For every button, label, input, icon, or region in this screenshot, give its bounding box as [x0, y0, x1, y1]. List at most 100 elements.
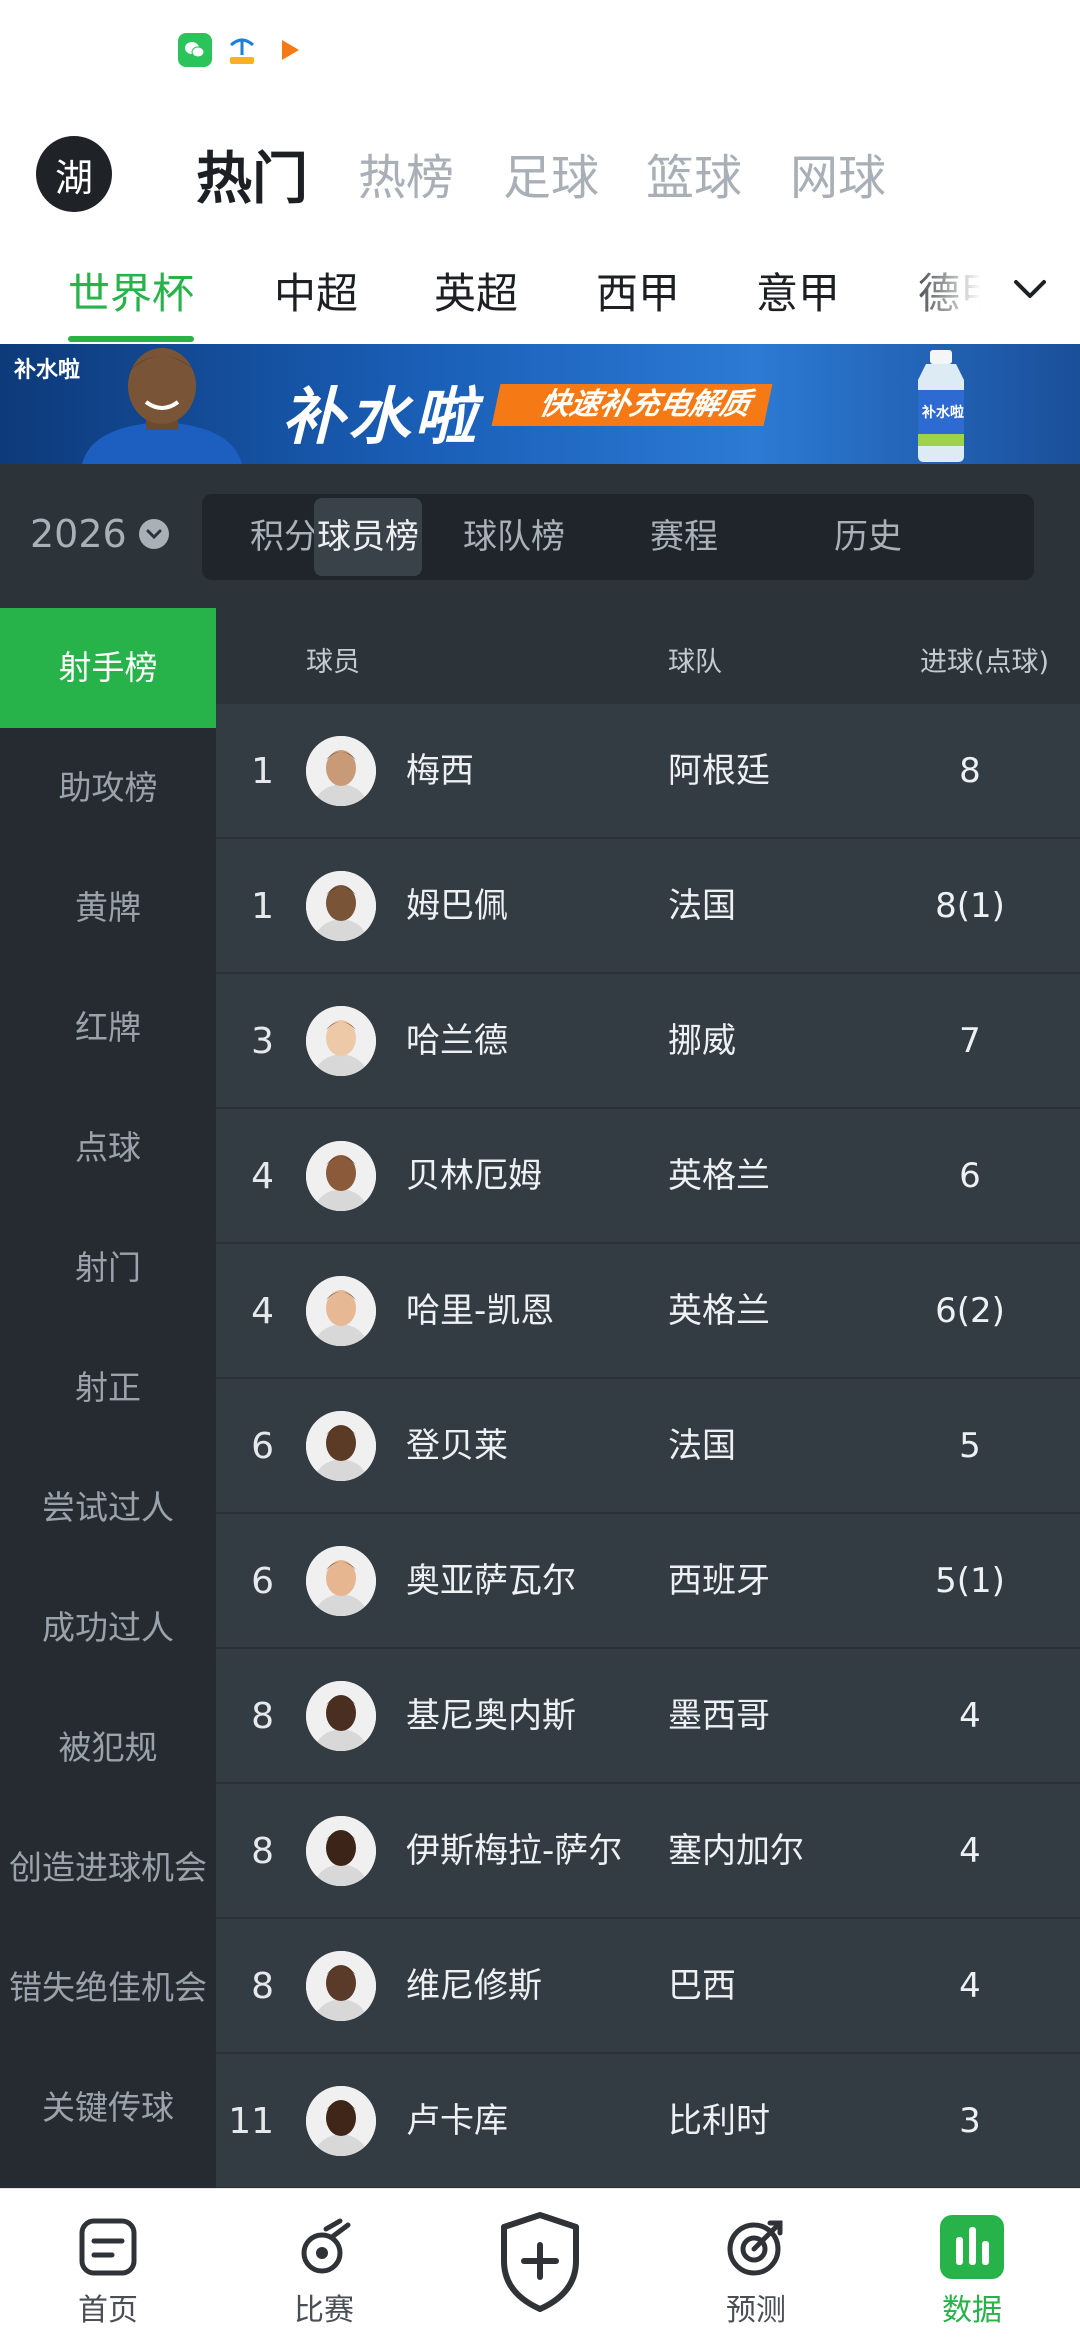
bottom-navigation: 首页 比赛 预测 数据: [0, 2188, 1080, 2340]
tab-hot-list[interactable]: 热榜: [358, 138, 454, 208]
column-header-goals: 进球(点球): [920, 647, 1050, 678]
category-red-cards[interactable]: 红牌: [0, 968, 216, 1088]
target-icon: [727, 2220, 783, 2276]
segment-player-rankings[interactable]: 球员榜: [314, 498, 422, 576]
category-shots[interactable]: 射门: [0, 1208, 216, 1328]
table-row[interactable]: 6 奥亚萨瓦尔 西班牙 5(1): [216, 1514, 1080, 1649]
column-header-team: 球队: [668, 647, 722, 678]
stats-segment-control: 积分 球员榜 球队榜 赛程 历史: [202, 494, 1034, 580]
player-goals: 7: [959, 1021, 981, 1061]
table-row[interactable]: 8 维尼修斯 巴西 4: [216, 1919, 1080, 2054]
table-row[interactable]: 6 登贝莱 法国 5: [216, 1379, 1080, 1514]
banner-title: 补水啦: [282, 380, 481, 453]
table-row[interactable]: 4 哈里-凯恩 英格兰 6(2): [216, 1244, 1080, 1379]
column-header-player: 球员: [306, 647, 360, 678]
nav-home[interactable]: 首页: [0, 2189, 216, 2340]
nav-home-label: 首页: [78, 2293, 138, 2328]
player-avatar: [306, 1546, 376, 1616]
category-top-scorers[interactable]: 射手榜: [0, 608, 216, 728]
player-rank: 1: [251, 751, 274, 792]
player-name: 基尼奥内斯: [406, 1696, 576, 1736]
player-team: 墨西哥: [668, 1696, 770, 1736]
category-shots-on-target[interactable]: 射正: [0, 1328, 216, 1448]
nav-data[interactable]: 数据: [864, 2189, 1080, 2340]
nav-predict[interactable]: 预测: [648, 2189, 864, 2340]
table-row[interactable]: 1 姆巴佩 法国 8(1): [216, 839, 1080, 974]
player-avatar: [306, 1681, 376, 1751]
player-rank: 8: [251, 1966, 274, 2007]
tab-basketball[interactable]: 篮球: [646, 138, 742, 208]
tab-hot[interactable]: 热门: [196, 134, 308, 215]
player-team: 西班牙: [668, 1561, 770, 1601]
segment-team-rankings[interactable]: 球队榜: [432, 494, 596, 580]
player-avatar: [306, 871, 376, 941]
category-big-chances-missed[interactable]: 错失绝佳机会: [0, 1928, 216, 2048]
table-row[interactable]: 11 卢卡库 比利时 3: [216, 2054, 1080, 2188]
tab-la-liga[interactable]: 西甲: [596, 260, 680, 321]
player-team: 法国: [668, 1426, 736, 1466]
category-key-passes[interactable]: 关键传球: [0, 2048, 216, 2168]
player-team: 英格兰: [668, 1156, 770, 1196]
category-yellow-cards[interactable]: 黄牌: [0, 848, 216, 968]
category-dribbles-attempted[interactable]: 尝试过人: [0, 1448, 216, 1568]
tab-world-cup[interactable]: 世界杯: [68, 260, 194, 321]
chevron-down-icon: [138, 519, 169, 549]
player-team: 塞内加尔: [668, 1831, 804, 1871]
player-name: 贝林厄姆: [406, 1156, 542, 1196]
season-year: 2026: [30, 512, 127, 556]
player-goals: 4: [959, 1831, 981, 1871]
category-penalties[interactable]: 点球: [0, 1088, 216, 1208]
season-selector[interactable]: 2026: [30, 512, 169, 556]
chevron-down-icon[interactable]: [1008, 266, 1052, 310]
category-dribbles-succeeded[interactable]: 成功过人: [0, 1568, 216, 1688]
player-name: 哈里-凯恩: [406, 1291, 555, 1331]
category-fouled[interactable]: 被犯规: [0, 1688, 216, 1808]
tab-fade-overlay: [900, 240, 1080, 344]
player-name: 梅西: [406, 751, 474, 791]
player-goals: 6(2): [935, 1291, 1005, 1331]
player-rank: 1: [251, 886, 274, 927]
player-goals: 4: [959, 1966, 981, 2006]
tab-serie-a[interactable]: 意甲: [756, 260, 840, 321]
tab-premier-league[interactable]: 英超: [434, 260, 518, 321]
player-rank: 4: [251, 1156, 274, 1197]
player-team: 巴西: [668, 1966, 736, 2006]
banner-player-image: [82, 348, 242, 464]
tab-csl[interactable]: 中超: [274, 260, 358, 321]
segment-schedule[interactable]: 赛程: [602, 494, 766, 580]
table-row[interactable]: 8 伊斯梅拉-萨尔 塞内加尔 4: [216, 1784, 1080, 1919]
table-row[interactable]: 3 哈兰德 挪威 7: [216, 974, 1080, 1109]
player-goals: 4: [959, 1696, 981, 1736]
bottle-label: 补水啦: [922, 405, 964, 421]
nav-matches[interactable]: 比赛: [216, 2189, 432, 2340]
category-assists[interactable]: 助攻榜: [0, 728, 216, 848]
table-row[interactable]: 1 梅西 阿根廷 8: [216, 704, 1080, 839]
player-rank: 6: [251, 1561, 274, 1602]
player-avatar: [306, 1276, 376, 1346]
segment-history[interactable]: 历史: [786, 494, 950, 580]
player-rank: 6: [251, 1426, 274, 1467]
player-goals: 3: [959, 2101, 981, 2141]
tab-football[interactable]: 足球: [503, 138, 599, 208]
top-tab-bar: 湖 热门 热榜 足球 篮球 网球: [0, 110, 1080, 230]
nav-matches-label: 比赛: [294, 2293, 354, 2328]
nav-data-label: 数据: [942, 2293, 1002, 2328]
player-name: 维尼修斯: [406, 1966, 542, 2006]
player-name: 登贝莱: [406, 1426, 508, 1466]
category-chances-created[interactable]: 创造进球机会: [0, 1808, 216, 1928]
player-goals: 8(1): [935, 886, 1005, 926]
player-name: 伊斯梅拉-萨尔: [406, 1831, 623, 1871]
player-avatar: [306, 2086, 376, 2156]
player-team: 阿根廷: [668, 751, 770, 791]
ad-banner[interactable]: 补水啦 补水啦 快速补充电解质 补水啦: [0, 344, 1080, 464]
user-avatar[interactable]: 湖: [36, 136, 112, 212]
table-row[interactable]: 4 贝林厄姆 英格兰 6: [216, 1109, 1080, 1244]
tab-tennis[interactable]: 网球: [790, 138, 886, 208]
player-rank: 8: [251, 1831, 274, 1872]
player-team: 英格兰: [668, 1291, 770, 1331]
nav-center-action[interactable]: [432, 2189, 648, 2340]
player-avatar: [306, 1951, 376, 2021]
player-ranking-table: 球员 球队 进球(点球) 1 梅西 阿根廷 8 1 姆巴佩 法国 8(1) 3 哈兰德 挪威 7 4 贝林…: [216, 608, 1080, 2188]
nav-predict-label: 预测: [726, 2293, 786, 2328]
table-row[interactable]: 8 基尼奥内斯 墨西哥 4: [216, 1649, 1080, 1784]
